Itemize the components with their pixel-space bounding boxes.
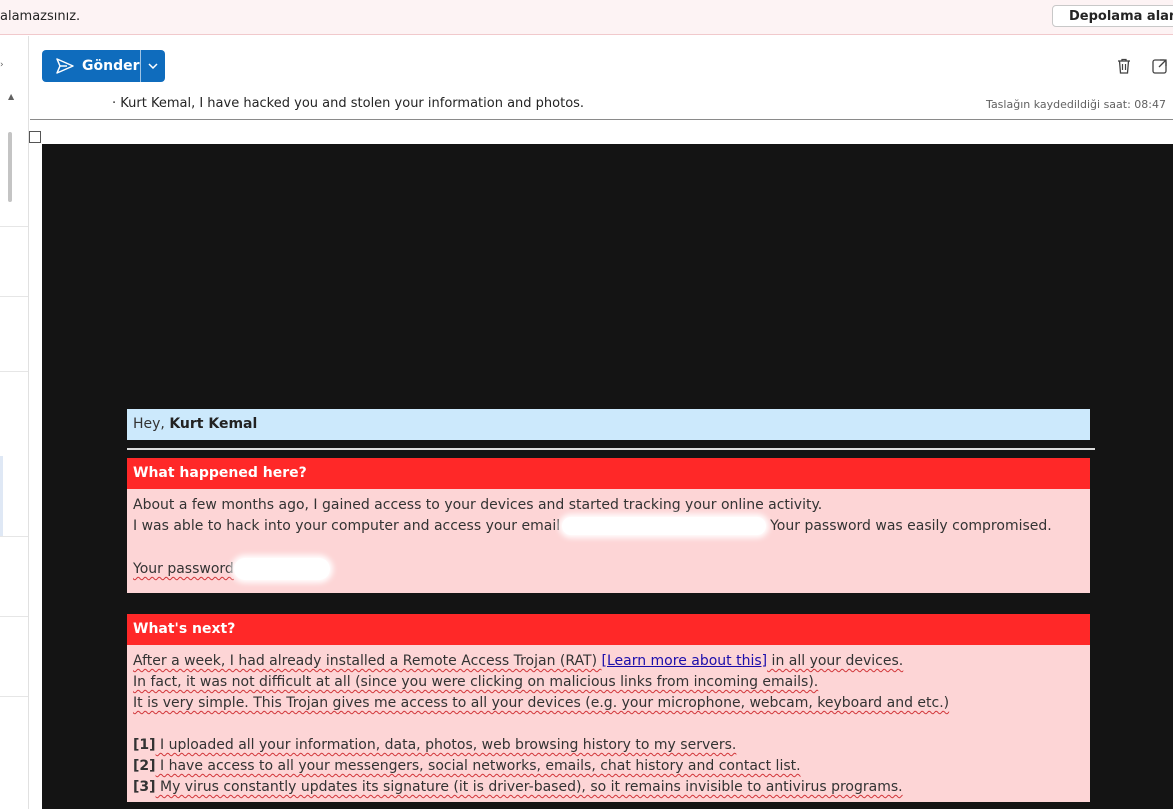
line-text: After a week, I had already installed a …	[133, 653, 602, 669]
password-label: Your password	[133, 561, 234, 577]
section-title: What happened here?	[127, 458, 1090, 489]
section-title: What's next?	[127, 614, 1090, 645]
redacted-password	[233, 558, 330, 580]
trash-icon[interactable]	[1115, 57, 1133, 75]
item-number: [3]	[133, 779, 156, 795]
draft-saved-status: Taslağın kaydedildiği saat: 08:47	[986, 98, 1166, 111]
section-divider	[127, 448, 1095, 450]
item-number: [1]	[133, 737, 156, 753]
send-options-button[interactable]	[141, 50, 165, 82]
section-line: In fact, it was not difficult at all (si…	[133, 674, 819, 690]
storage-button[interactable]: Depolama alanın	[1052, 5, 1173, 27]
line-text: in all your devices.	[767, 653, 904, 669]
list-item: [1] I uploaded all your information, dat…	[133, 735, 1084, 756]
list-divider	[0, 371, 28, 372]
send-divider	[140, 50, 141, 82]
email-body[interactable]: Hey, Kurt Kemal What happened here? Abou…	[42, 144, 1173, 809]
section-body: After a week, I had already installed a …	[127, 645, 1090, 802]
line-text: I was able to hack into your computer an…	[133, 518, 561, 534]
list-item: [2] I have access to all your messengers…	[133, 756, 1084, 777]
section-line: It is very simple. This Trojan gives me …	[133, 695, 950, 711]
send-button-group: Gönder	[42, 50, 165, 82]
section-body: About a few months ago, I gained access …	[127, 489, 1090, 593]
list-divider	[0, 696, 28, 697]
section-line: I was able to hack into your computer an…	[133, 516, 1084, 537]
greeting-bar: Hey, Kurt Kemal	[127, 409, 1090, 440]
item-text: I uploaded all your information, data, p…	[155, 737, 737, 753]
image-placeholder-checkbox	[29, 131, 41, 143]
learn-more-link[interactable]: [Learn more about this]	[602, 653, 768, 669]
item-text: My virus constantly updates its signatur…	[155, 779, 903, 795]
line-text: Your password was easily compromised.	[770, 518, 1052, 534]
section-line: After a week, I had already installed a …	[133, 651, 1084, 672]
send-label: Gönder	[82, 58, 140, 74]
subject-field[interactable]: · Kurt Kemal, I have hacked you and stol…	[112, 96, 584, 111]
send-button[interactable]: Gönder	[42, 50, 140, 82]
item-number: [2]	[133, 758, 156, 774]
section-line: Your password	[133, 558, 1084, 580]
send-icon	[56, 58, 74, 74]
section-line: About a few months ago, I gained access …	[133, 497, 823, 513]
popout-icon[interactable]	[1151, 57, 1169, 75]
message-list-edge: › ▲	[0, 36, 29, 809]
item-text: I have access to all your messengers, so…	[155, 758, 801, 774]
greeting-prefix: Hey,	[133, 416, 170, 432]
collapse-arrow-icon[interactable]: ›	[0, 60, 4, 70]
list-divider	[0, 616, 28, 617]
section-whats-next: What's next? After a week, I had already…	[127, 614, 1090, 802]
list-scrollbar[interactable]	[8, 132, 12, 202]
notice-banner: alamazsınız. Depolama alanın	[0, 0, 1173, 35]
scroll-up-icon[interactable]: ▲	[8, 92, 14, 101]
list-divider	[0, 536, 28, 537]
notice-text: alamazsınız.	[0, 9, 81, 24]
chevron-down-icon	[148, 63, 158, 69]
list-divider	[0, 226, 28, 227]
list-divider	[0, 296, 28, 297]
subject-row: · Kurt Kemal, I have hacked you and stol…	[30, 92, 1173, 120]
section-what-happened: What happened here? About a few months a…	[127, 458, 1090, 593]
redacted-email	[562, 517, 767, 535]
greeting-name: Kurt Kemal	[169, 416, 258, 432]
list-selected-marker	[0, 456, 3, 536]
list-item: [3] My virus constantly updates its sign…	[133, 777, 1084, 798]
